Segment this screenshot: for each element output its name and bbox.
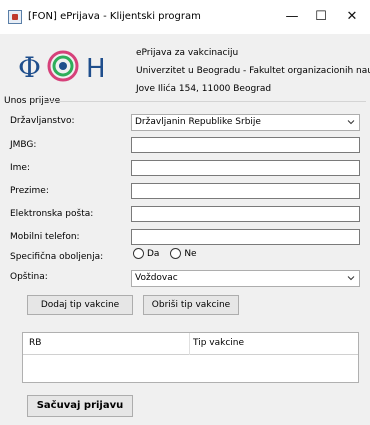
citizenship-select[interactable]: Državljanin Republike Srbije [131, 114, 360, 131]
header-line-2: Univerzitet u Beogradu - Fakultet organi… [136, 66, 370, 76]
email-label: Elektronska pošta: [10, 209, 94, 219]
main-panel: Φ H ePrijava za vakcinaciju Univerzitet … [0, 34, 370, 425]
maximize-button[interactable]: ☐ [307, 6, 335, 28]
conditions-radio-group: Da Ne [133, 248, 205, 259]
first-name-label: Ime: [10, 163, 30, 173]
municipality-select[interactable]: Voždovac [131, 270, 360, 287]
java-app-icon [8, 10, 22, 24]
chevron-down-icon [347, 120, 355, 125]
logo-h: H [86, 54, 106, 84]
section-divider [44, 101, 366, 102]
minimize-button[interactable]: — [278, 6, 306, 28]
column-separator [189, 333, 190, 355]
logo-phi: Φ [18, 51, 41, 84]
municipality-value: Voždovac [135, 273, 178, 283]
last-name-label: Prezime: [10, 186, 49, 196]
last-name-field[interactable] [131, 183, 360, 199]
column-header-rb[interactable]: RB [29, 338, 41, 348]
close-button[interactable]: ✕ [338, 6, 366, 28]
municipality-label: Opština: [10, 272, 48, 282]
header-line-1: ePrijava za vakcinaciju [136, 48, 239, 58]
logo-ring-inner [59, 62, 67, 70]
header-line-3: Jove Ilića 154, 11000 Beograd [136, 84, 272, 94]
email-field[interactable] [131, 206, 360, 222]
jmbg-label: JMBG: [10, 140, 37, 150]
table-header: RB Tip vakcine [23, 333, 358, 355]
phone-field[interactable] [131, 229, 360, 245]
phone-label: Mobilni telefon: [10, 232, 80, 242]
add-vaccine-type-button[interactable]: Dodaj tip vakcine [27, 295, 133, 315]
first-name-field[interactable] [131, 160, 360, 176]
conditions-no-radio[interactable] [170, 248, 182, 259]
chevron-down-icon [347, 276, 355, 281]
conditions-yes-label[interactable]: Da [147, 249, 159, 259]
fon-logo: Φ H [18, 50, 106, 84]
vaccine-types-table[interactable]: RB Tip vakcine [22, 332, 359, 383]
conditions-yes-radio[interactable] [133, 248, 144, 259]
save-application-button[interactable]: Sačuvaj prijavu [27, 395, 133, 417]
conditions-no-label[interactable]: Ne [184, 249, 196, 259]
column-header-vaccine-type[interactable]: Tip vakcine [193, 338, 244, 348]
window-title: [FON] ePrijava - Klijentski program [28, 11, 201, 22]
conditions-label: Specifična oboljenja: [10, 252, 104, 262]
window-titlebar[interactable]: [FON] ePrijava - Klijentski program — ☐ … [0, 0, 370, 34]
jmbg-field[interactable] [131, 137, 360, 153]
citizenship-label: Državljanstvo: [10, 116, 75, 126]
remove-vaccine-type-button[interactable]: Obriši tip vakcine [143, 295, 239, 315]
citizenship-value: Državljanin Republike Srbije [135, 117, 261, 127]
header-info: ePrijava za vakcinaciju Univerzitet u Be… [136, 44, 370, 98]
